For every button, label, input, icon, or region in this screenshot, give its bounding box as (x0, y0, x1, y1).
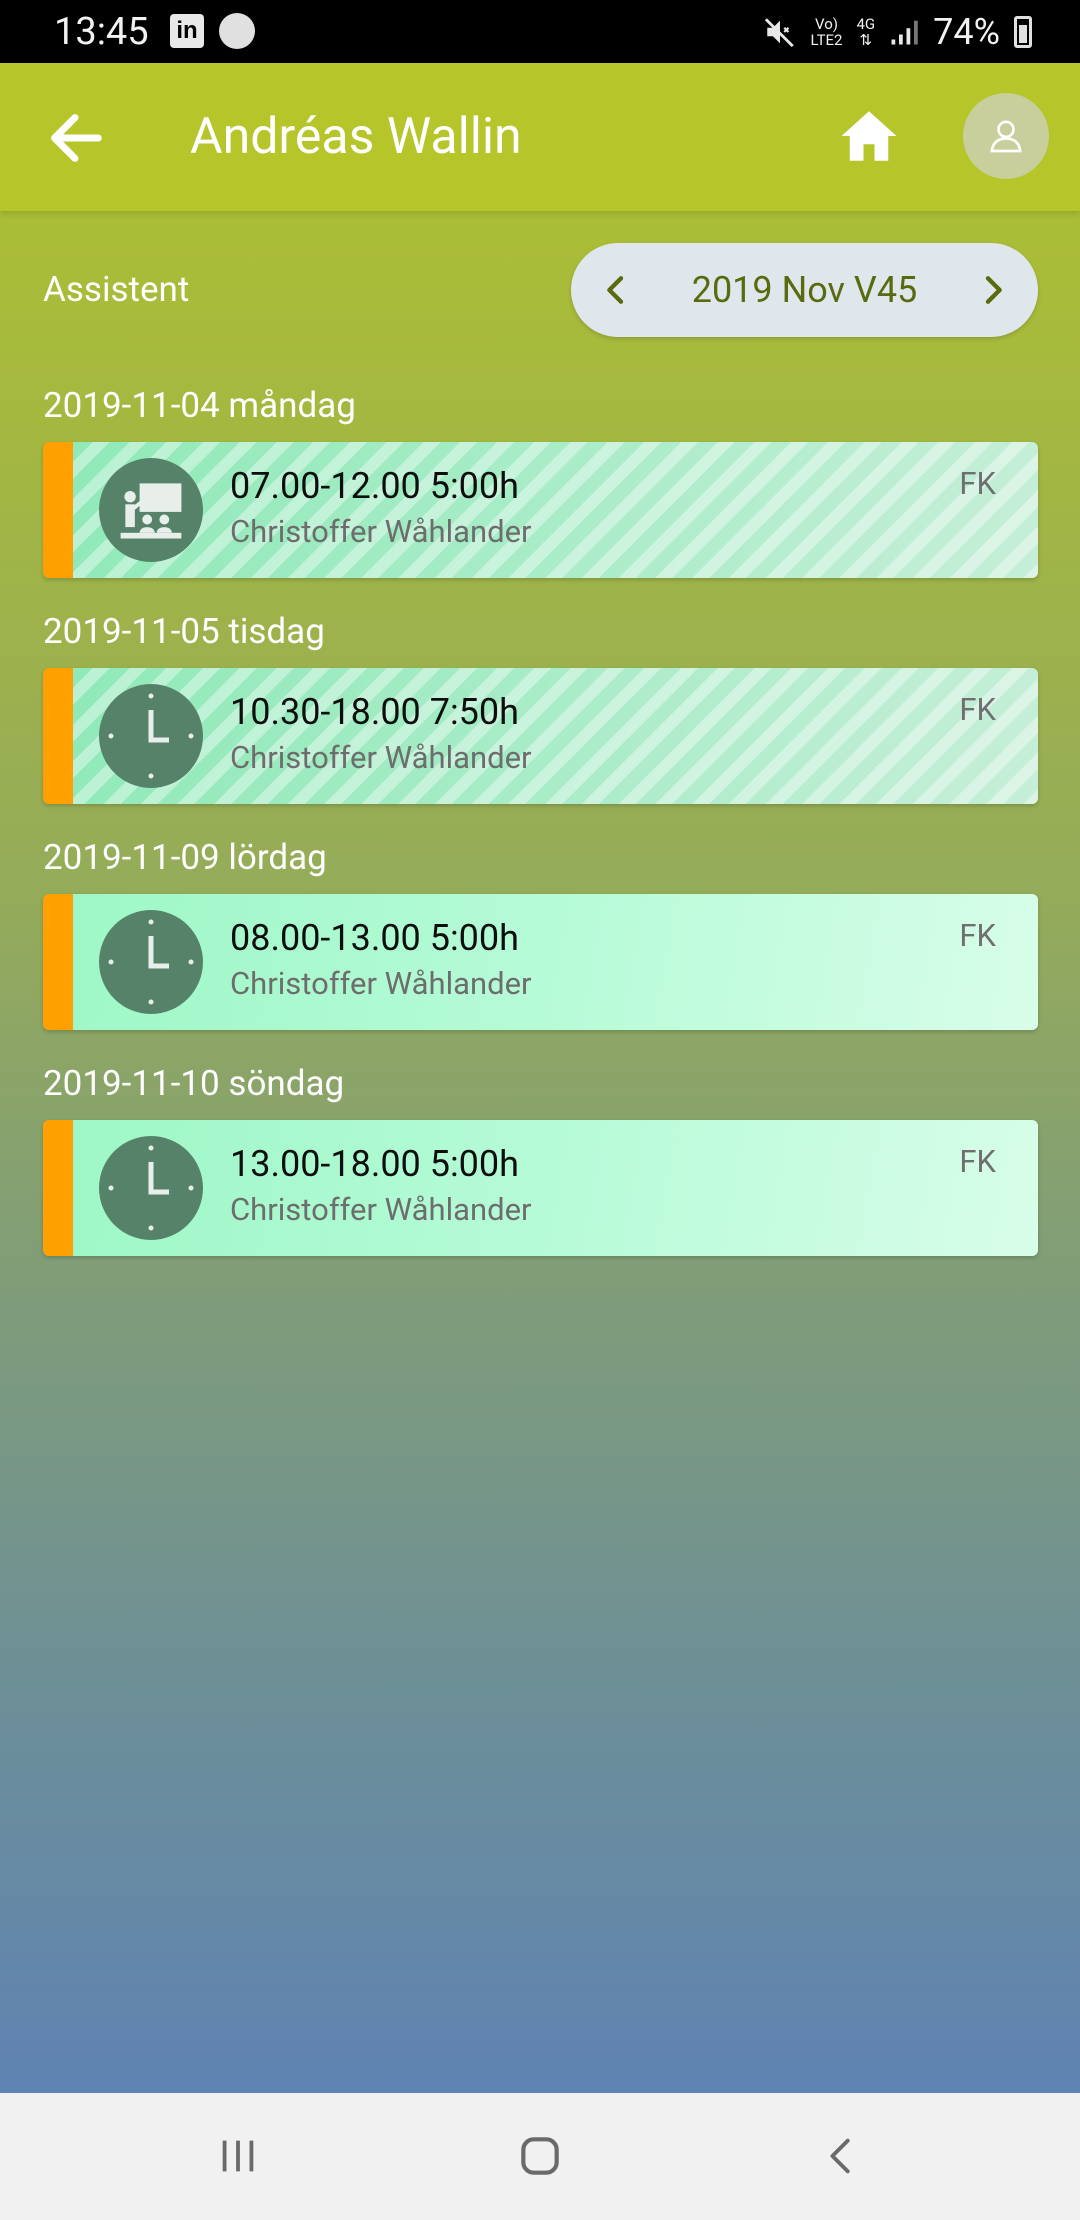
status-time: 13:45 (54, 10, 149, 54)
back-arrow-icon (51, 114, 102, 162)
shift-time: 07.00-12.00 5:00h (230, 465, 519, 507)
clock-icon (99, 910, 203, 1014)
app-bar: Andréas Wallin (0, 63, 1080, 211)
back-chevron-icon (830, 2138, 850, 2174)
shift-card-body (73, 442, 1038, 578)
shift-card[interactable]: 08.00-13.00 5:00h Christoffer Wåhlander … (43, 894, 1038, 1030)
week-label: 2019 Nov V45 (691, 269, 918, 311)
shift-code: FK (959, 691, 996, 728)
shift-card[interactable]: 13.00-18.00 5:00h Christoffer Wåhlander … (43, 1120, 1038, 1256)
user-icon (990, 120, 1022, 153)
shift-time: 08.00-13.00 5:00h (230, 917, 519, 959)
battery-icon (1014, 16, 1032, 48)
home-icon (841, 111, 897, 161)
clock-icon (99, 1136, 203, 1240)
day-heading: 2019-11-09 lördag (43, 837, 327, 878)
week-selector: 2019 Nov V45 (571, 243, 1038, 337)
shift-accent-bar (43, 668, 73, 804)
chevron-right-icon (985, 276, 1002, 304)
back-button[interactable] (40, 103, 110, 173)
clock-icon (99, 684, 203, 788)
volte-bottom: LTE2 (810, 31, 843, 49)
status-bar: 13:45 in Vo) LTE2 4G ⇅ 74% (0, 0, 1080, 63)
day-heading: 2019-11-04 måndag (43, 385, 356, 426)
home-button[interactable] (836, 103, 902, 169)
previous-week-button[interactable] (571, 243, 661, 337)
home-circle-icon (521, 2137, 559, 2175)
shift-person: Christoffer Wåhlander (230, 513, 532, 550)
shift-accent-bar (43, 442, 73, 578)
shift-card[interactable]: 07.00-12.00 5:00h Christoffer Wåhlander … (43, 442, 1038, 578)
role-label: Assistent (43, 269, 190, 310)
network-type: 4G ⇅ (857, 16, 876, 48)
shift-accent-bar (43, 894, 73, 1030)
data-arrows-icon: ⇅ (859, 31, 873, 49)
shift-card-body (73, 668, 1038, 804)
day-heading: 2019-11-05 tisdag (43, 611, 325, 652)
recent-apps-icon (222, 2140, 254, 2172)
system-back-button[interactable] (802, 2121, 882, 2191)
system-navigation-bar (0, 2093, 1080, 2220)
status-indicators: Vo) LTE2 4G ⇅ 74% (763, 8, 1032, 56)
volte-indicator: Vo) LTE2 (811, 16, 843, 48)
mute-icon (764, 18, 794, 48)
shift-code: FK (959, 917, 996, 954)
recent-apps-button[interactable] (198, 2121, 278, 2191)
volte-top: Vo) (815, 15, 838, 33)
shift-accent-bar (43, 1120, 73, 1256)
next-week-button[interactable] (948, 243, 1038, 337)
shift-code: FK (959, 1143, 996, 1180)
shift-code: FK (959, 465, 996, 502)
shift-time: 13.00-18.00 5:00h (230, 1143, 519, 1185)
notification-dot-icon (219, 13, 255, 49)
shift-time: 10.30-18.00 7:50h (230, 691, 519, 733)
page-title: Andréas Wallin (190, 108, 522, 166)
shift-card-body (73, 1120, 1038, 1256)
avatar[interactable] (963, 93, 1049, 179)
network-type-label: 4G (856, 15, 876, 33)
signal-icon (891, 20, 918, 45)
day-heading: 2019-11-10 söndag (43, 1063, 345, 1104)
shift-person: Christoffer Wåhlander (230, 739, 532, 776)
chevron-left-icon (607, 276, 624, 304)
shift-person: Christoffer Wåhlander (230, 1191, 532, 1228)
shift-card-body (73, 894, 1038, 1030)
shift-person: Christoffer Wåhlander (230, 965, 532, 1002)
battery-percent: 74% (933, 11, 1000, 53)
system-home-button[interactable] (500, 2121, 580, 2191)
presentation-icon (99, 458, 203, 562)
shift-card[interactable]: 10.30-18.00 7:50h Christoffer Wåhlander … (43, 668, 1038, 804)
linkedin-icon: in (170, 14, 204, 48)
